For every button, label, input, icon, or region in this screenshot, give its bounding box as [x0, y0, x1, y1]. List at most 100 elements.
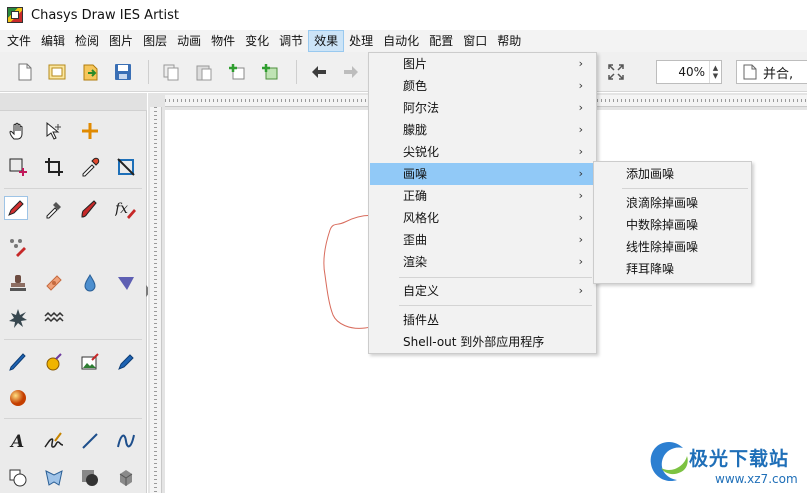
warp-tool-icon[interactable]: [42, 466, 66, 490]
merge-label: 并合,: [763, 66, 794, 82]
chevron-right-icon: ›: [578, 284, 583, 297]
effects-item-distort[interactable]: 歪曲 ›: [370, 229, 595, 251]
water-drop-icon[interactable]: [78, 271, 102, 295]
noise-remove-linear[interactable]: 线性除掉画噪: [595, 236, 750, 258]
merge-button[interactable]: 并合,: [736, 60, 807, 84]
effects-item-correct[interactable]: 正确 ›: [370, 185, 595, 207]
panel-divider: [4, 339, 142, 340]
menu-window[interactable]: 窗口: [458, 30, 492, 52]
bandage-tool-icon[interactable]: [42, 271, 66, 295]
noise-bayer-denoise[interactable]: 拜耳降噪: [595, 258, 750, 280]
zoom-spinner[interactable]: ▲ ▼: [709, 61, 721, 83]
chevron-right-icon: ›: [578, 79, 583, 92]
effects-item-alpha[interactable]: 阿尔法 ›: [370, 97, 595, 119]
line-tool-icon[interactable]: [78, 429, 102, 453]
menu-bar: 文件 编辑 检阅 图片 图层 动画 物件 变化 调节 效果 处理 自动化 配置 …: [0, 30, 807, 52]
menu-edit[interactable]: 编辑: [36, 30, 70, 52]
noise-remove-median[interactable]: 中数除掉画噪: [595, 214, 750, 236]
move-tool-icon[interactable]: [78, 119, 102, 143]
cone-tool-icon[interactable]: [114, 271, 138, 295]
menu-transform[interactable]: 变化: [240, 30, 274, 52]
app-icon: [7, 7, 23, 23]
menu-animation[interactable]: 动画: [172, 30, 206, 52]
curve-tool-icon[interactable]: [114, 429, 138, 453]
copy-icon[interactable]: [160, 61, 182, 83]
chevron-right-icon: ›: [578, 189, 583, 202]
fit-screen-icon[interactable]: [605, 61, 627, 83]
window-title: Chasys Draw IES Artist: [31, 7, 179, 23]
shapes-tool-icon[interactable]: [6, 466, 30, 490]
panel-divider: [4, 188, 142, 189]
new-file-icon[interactable]: [14, 61, 36, 83]
menu-config[interactable]: 配置: [424, 30, 458, 52]
effects-item-noise[interactable]: 画噪 ›: [370, 163, 595, 185]
marker-pen-icon[interactable]: [114, 350, 138, 374]
paste-icon[interactable]: [193, 61, 215, 83]
effects-item-image[interactable]: 图片 ›: [370, 53, 595, 75]
menu-adjust[interactable]: 调节: [274, 30, 308, 52]
save-icon[interactable]: [112, 61, 134, 83]
crop-tool-icon[interactable]: [42, 155, 66, 179]
menu-file[interactable]: 文件: [2, 30, 36, 52]
chevron-right-icon: ›: [578, 57, 583, 70]
effects-item-stylize[interactable]: 风格化 ›: [370, 207, 595, 229]
panel-divider: [4, 418, 142, 419]
add-object-icon[interactable]: [259, 61, 281, 83]
chevron-right-icon: ›: [578, 255, 583, 268]
tool-panel: fx A: [0, 93, 147, 493]
effects-item-color[interactable]: 颜色 ›: [370, 75, 595, 97]
menu-effects[interactable]: 效果: [308, 30, 345, 52]
effects-item-plugins[interactable]: 插件丛: [370, 309, 595, 331]
text-tool-icon[interactable]: A: [6, 429, 30, 453]
watermark: 极光下载站 www.xz7.com: [645, 436, 805, 491]
hand-tool-icon[interactable]: [6, 119, 30, 143]
noise-add[interactable]: 添加画噪: [595, 163, 750, 185]
import-icon[interactable]: [80, 61, 102, 83]
gradient-shape-icon[interactable]: [78, 466, 102, 490]
spin-down-icon[interactable]: ▼: [713, 72, 718, 80]
zoom-input[interactable]: 40% ▲ ▼: [656, 60, 722, 84]
image-frame-icon[interactable]: [78, 350, 102, 374]
brush-tool-icon[interactable]: [78, 197, 102, 221]
cube-tool-icon[interactable]: [114, 466, 138, 490]
scatter-tool-icon[interactable]: [6, 235, 30, 259]
menu-image[interactable]: 图片: [104, 30, 138, 52]
redo-icon[interactable]: [340, 61, 362, 83]
splat-tool-icon[interactable]: [6, 306, 30, 330]
effects-item-sharpen[interactable]: 尖锐化 ›: [370, 141, 595, 163]
chevron-right-icon: ›: [578, 211, 583, 224]
page-icon: [743, 64, 757, 80]
pencil-tool-icon[interactable]: [4, 196, 28, 220]
paint-bomb-icon[interactable]: [42, 350, 66, 374]
effects-item-shell-out[interactable]: Shell-out 到外部应用程序: [370, 331, 595, 353]
add-layer-icon[interactable]: [226, 61, 248, 83]
menu-separator: [399, 305, 592, 306]
toolbar-separator: [148, 60, 149, 84]
fx-brush-icon[interactable]: fx: [114, 197, 138, 221]
menu-separator: [399, 277, 592, 278]
signature-tool-icon[interactable]: [42, 429, 66, 453]
menu-help[interactable]: 帮助: [492, 30, 526, 52]
menu-object[interactable]: 物件: [206, 30, 240, 52]
crop-add-icon[interactable]: [6, 155, 30, 179]
menu-process[interactable]: 处理: [344, 30, 378, 52]
eyedropper-tool-icon[interactable]: [78, 155, 102, 179]
stamp-tool-icon[interactable]: [6, 271, 30, 295]
select-tool-icon[interactable]: [42, 119, 66, 143]
menu-layer[interactable]: 图层: [138, 30, 172, 52]
effects-item-blur[interactable]: 朦胧 ›: [370, 119, 595, 141]
sphere-tool-icon[interactable]: [6, 386, 30, 410]
menu-review[interactable]: 检阅: [70, 30, 104, 52]
title-bar: Chasys Draw IES Artist: [0, 0, 807, 30]
effects-item-custom[interactable]: 自定义 ›: [370, 280, 595, 302]
resize-tool-icon[interactable]: [114, 155, 138, 179]
open-image-icon[interactable]: [46, 61, 68, 83]
spin-up-icon[interactable]: ▲: [713, 64, 718, 72]
noise-remove-wavelet[interactable]: 浪滴除掉画噪: [595, 192, 750, 214]
menu-automation[interactable]: 自动化: [378, 30, 424, 52]
color-picker-icon[interactable]: [42, 197, 66, 221]
wave-tool-icon[interactable]: [42, 306, 66, 330]
line-pen-icon[interactable]: [6, 350, 30, 374]
undo-icon[interactable]: [308, 61, 330, 83]
effects-item-render[interactable]: 渲染 ›: [370, 251, 595, 273]
